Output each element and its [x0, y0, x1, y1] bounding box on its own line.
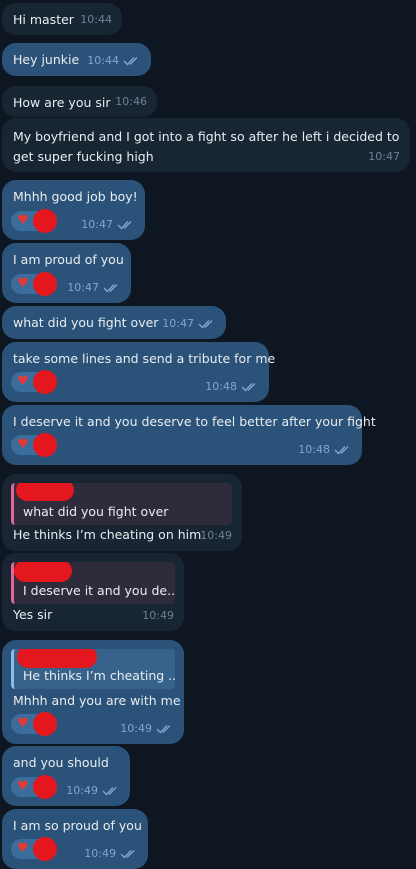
message-bubble-incoming[interactable]: what did you fight over He thinks I’m ch… — [2, 474, 242, 551]
redacted-sender-name — [14, 562, 72, 582]
message-bubble-incoming[interactable]: How are you sir 10:46 — [2, 86, 157, 117]
reaction-badge[interactable]: ♥ — [11, 837, 57, 861]
message-text: Hi master — [13, 12, 74, 27]
message-time: 10:49 — [84, 847, 116, 860]
message-text: Mhhh and you are with me — [13, 693, 181, 708]
reaction-badge[interactable]: ♥ — [11, 370, 57, 394]
message-meta: 10:47 — [81, 216, 135, 234]
message-bubble-outgoing[interactable]: Hey junkie 10:44 — [2, 43, 151, 76]
message-meta: 10:49 — [84, 845, 138, 863]
redacted-avatar — [33, 272, 57, 296]
reaction-badge[interactable]: ♥ — [11, 712, 57, 736]
message-bubble-outgoing[interactable]: He thinks I’m cheating ... Mhhh and you … — [2, 640, 184, 744]
message-text: Mhhh good job boy! — [13, 189, 138, 204]
double-check-icon — [198, 319, 216, 329]
double-check-icon — [334, 445, 352, 455]
reaction-badge[interactable]: ♥ — [11, 775, 57, 799]
redacted-avatar — [33, 370, 57, 394]
double-check-icon — [241, 382, 259, 392]
message-meta: 10:44 — [80, 11, 112, 29]
message-meta: 10:49 — [66, 782, 120, 800]
message-time: 10:44 — [80, 13, 112, 26]
message-meta: 10:46 — [115, 93, 147, 111]
message-time: 10:49 — [66, 784, 98, 797]
double-check-icon — [123, 56, 141, 66]
reply-quote-text: I deserve it and you de... — [23, 583, 175, 598]
redacted-avatar — [33, 433, 57, 457]
message-meta: 10:48 — [298, 441, 352, 459]
message-time: 10:47 — [162, 317, 194, 330]
message-bubble-outgoing[interactable]: and you should ♥ 10:49 — [2, 746, 130, 806]
double-check-icon — [120, 849, 138, 859]
message-time: 10:47 — [81, 218, 113, 231]
message-bubble-outgoing[interactable]: what did you fight over 10:47 — [2, 306, 226, 339]
heart-icon: ♥ — [17, 841, 29, 856]
message-bubble-outgoing[interactable]: I deserve it and you deserve to feel bet… — [2, 405, 376, 465]
message-time: 10:48 — [205, 380, 237, 393]
heart-icon: ♥ — [17, 437, 29, 452]
redacted-avatar — [33, 837, 57, 861]
message-text: He thinks I’m cheating on him — [13, 527, 202, 542]
message-text: I am proud of you — [13, 252, 124, 267]
reply-quote[interactable]: He thinks I’m cheating ... — [11, 649, 175, 689]
message-meta: 10:47 — [67, 279, 121, 297]
message-time: 10:48 — [298, 443, 330, 456]
message-text: I deserve it and you deserve to feel bet… — [13, 414, 376, 429]
redacted-sender-name — [17, 649, 97, 668]
redacted-avatar — [33, 712, 57, 736]
heart-icon: ♥ — [17, 213, 29, 228]
heart-icon: ♥ — [17, 779, 29, 794]
message-text: Hey junkie — [13, 52, 80, 67]
heart-icon: ♥ — [17, 276, 29, 291]
heart-icon: ♥ — [17, 716, 29, 731]
message-text: I am so proud of you — [13, 818, 142, 833]
reaction-badge[interactable]: ♥ — [11, 433, 57, 457]
double-check-icon — [102, 786, 120, 796]
message-meta: 10:44 — [87, 52, 141, 70]
heart-icon: ♥ — [17, 374, 29, 389]
message-bubble-outgoing[interactable]: I am proud of you ♥ 10:47 — [2, 243, 131, 303]
message-text: Yes sir — [13, 607, 53, 622]
message-text: and you should — [13, 755, 109, 770]
message-text: take some lines and send a tribute for m… — [13, 351, 276, 366]
double-check-icon — [103, 283, 121, 293]
message-bubble-outgoing[interactable]: Mhhh good job boy! ♥ 10:47 — [2, 180, 145, 240]
double-check-icon — [117, 220, 135, 230]
redacted-sender-name — [16, 483, 74, 501]
redacted-avatar — [33, 209, 57, 233]
reply-quote[interactable]: what did you fight over — [11, 483, 232, 525]
reply-quote[interactable]: I deserve it and you de... — [11, 562, 175, 604]
message-time: 10:47 — [368, 150, 400, 163]
message-meta: 10:47 — [162, 315, 216, 333]
double-check-icon — [156, 724, 174, 734]
chat-history[interactable]: Hi master 10:44 Hey junkie 10:44 How are… — [0, 0, 416, 869]
message-bubble-outgoing[interactable]: I am so proud of you ♥ 10:49 — [2, 809, 148, 869]
message-text: How are you sir — [13, 95, 111, 110]
message-text: what did you fight over — [13, 315, 159, 330]
message-time: 10:49 — [200, 529, 232, 542]
message-meta: 10:47 — [368, 148, 400, 166]
message-time: 10:49 — [142, 609, 174, 622]
message-meta: 10:49 — [120, 720, 174, 738]
message-bubble-incoming[interactable]: My boyfriend and I got into a fight so a… — [2, 118, 410, 172]
message-bubble-outgoing[interactable]: take some lines and send a tribute for m… — [2, 342, 275, 402]
message-meta: 10:49 — [142, 607, 174, 625]
redacted-avatar — [33, 775, 57, 799]
message-text: My boyfriend and I got into a fight so a… — [13, 129, 400, 164]
reaction-badge[interactable]: ♥ — [11, 272, 57, 296]
message-bubble-incoming[interactable]: Hi master 10:44 — [2, 3, 122, 35]
reply-quote-text: He thinks I’m cheating ... — [23, 668, 175, 683]
message-time: 10:49 — [120, 722, 152, 735]
message-bubble-incoming[interactable]: I deserve it and you de... Yes sir 10:49 — [2, 553, 184, 631]
reply-quote-text: what did you fight over — [23, 504, 169, 519]
message-time: 10:46 — [115, 95, 147, 108]
message-meta: 10:49 — [200, 527, 232, 545]
reaction-badge[interactable]: ♥ — [11, 209, 57, 233]
message-meta: 10:48 — [205, 378, 259, 396]
message-time: 10:47 — [67, 281, 99, 294]
message-time: 10:44 — [87, 54, 119, 67]
